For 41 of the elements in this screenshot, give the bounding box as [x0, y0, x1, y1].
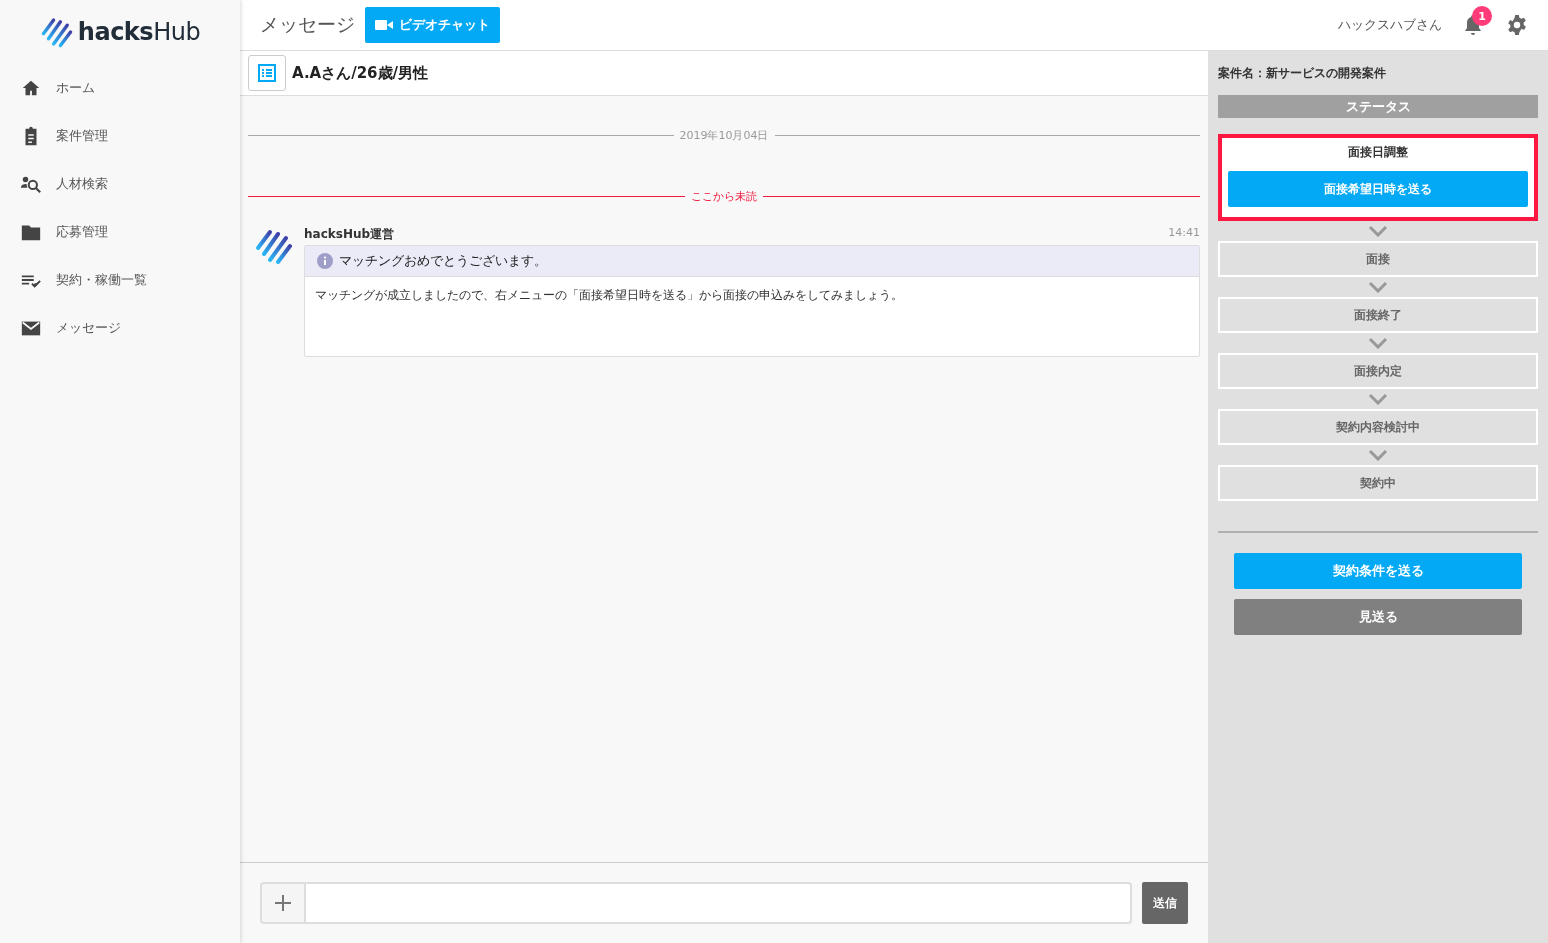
status-step: 面接内定 — [1218, 353, 1538, 389]
chevron-down-icon — [1368, 337, 1388, 349]
sidebar-item[interactable]: 応募管理 — [0, 208, 240, 256]
page-title: メッセージ — [260, 12, 355, 37]
chevron-down-icon — [1368, 393, 1388, 405]
partner-name: A.Aさん/26歳/男性 — [292, 63, 429, 83]
message-time: 14:41 — [1168, 226, 1200, 241]
plus-icon — [274, 894, 292, 912]
sidebar-item[interactable]: メッセージ — [0, 304, 240, 352]
status-step: 面接 — [1218, 241, 1538, 277]
step-label: 面接日調整 — [1348, 144, 1408, 161]
action-button[interactable]: 見送る — [1234, 599, 1522, 635]
status-step: 契約中 — [1218, 465, 1538, 501]
user-name[interactable]: ハックスハブさん — [1338, 16, 1442, 34]
logo-icon — [39, 15, 74, 49]
sender-name: hacksHub運営 — [304, 226, 395, 243]
status-step: 面接終了 — [1218, 297, 1538, 333]
sidebar-item[interactable]: 案件管理 — [0, 112, 240, 160]
settings-icon[interactable] — [1506, 14, 1528, 36]
unread-separator: ここから未読 — [691, 189, 757, 204]
logo-text: hacksHub — [77, 18, 201, 46]
message-text: マッチングが成立しましたので、右メニューの「面接希望日時を送る」から面接の申込みをしてみましょう。 — [314, 287, 904, 304]
list-icon — [258, 64, 276, 82]
message-input[interactable] — [306, 882, 1132, 924]
status-step: 契約内容検討中 — [1218, 409, 1538, 445]
sidebar-item[interactable]: 契約・稼働一覧 — [0, 256, 240, 304]
message-title: マッチングおめでとうございます。 — [339, 252, 547, 270]
profile-button[interactable] — [248, 55, 286, 91]
notification-badge: 1 — [1472, 6, 1492, 26]
info-icon — [317, 253, 333, 269]
chevron-down-icon — [1368, 449, 1388, 461]
attach-button[interactable] — [260, 882, 306, 924]
chevron-down-icon — [1368, 225, 1388, 237]
date-separator: 2019年10月04日 — [679, 128, 769, 143]
project-name: 案件名：新サービスの開発案件 — [1218, 64, 1387, 82]
sidebar-item[interactable]: ホーム — [0, 64, 240, 112]
status-heading: ステータス — [1218, 95, 1538, 118]
video-camera-icon — [375, 19, 393, 31]
chevron-down-icon — [1368, 281, 1388, 293]
send-button[interactable]: 送信 — [1142, 882, 1188, 924]
sidebar-item[interactable]: 人材検索 — [0, 160, 240, 208]
